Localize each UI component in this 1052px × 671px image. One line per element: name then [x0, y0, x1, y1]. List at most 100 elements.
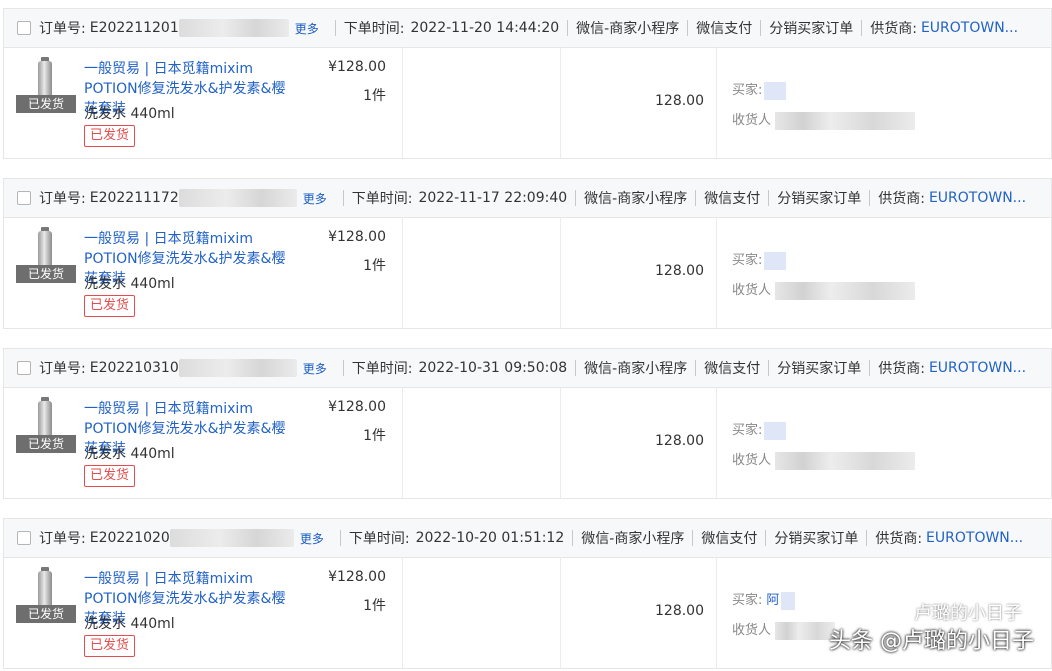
supplier-link[interactable]: EUROTOWN...	[929, 190, 1026, 206]
order-body: 已发货 一般贸易 | 日本觅籍mixim POTION修复洗发水&护发素&樱花套…	[4, 387, 1051, 498]
order-header: 订单号: E20221020 更多 下单时间: 2022-10-20 01:51…	[4, 519, 1051, 558]
quantity: 1件	[363, 258, 386, 274]
order-card: 订单号: E202211201 更多 下单时间: 2022-11-20 14:4…	[3, 8, 1052, 159]
divider	[869, 360, 871, 376]
product-spec: 洗发水 440ml	[84, 446, 175, 462]
unit-price: ¥128.00	[328, 59, 386, 75]
product-spec: 洗发水 440ml	[84, 106, 175, 122]
order-time-label: 下单时间:	[351, 361, 413, 377]
payment-method: 微信支付	[704, 191, 761, 207]
buyer-label: 买家:	[732, 83, 763, 98]
channel: 微信-商家小程序	[584, 361, 688, 377]
order-total: 128.00	[655, 93, 704, 109]
order-header: 订单号: E202210310 更多 下单时间: 2022-10-31 09:5…	[4, 349, 1051, 388]
channel: 微信-商家小程序	[576, 21, 680, 37]
buyer-cell: 买家: 收货人	[716, 217, 1051, 328]
divider	[866, 530, 868, 546]
order-time: 2022-11-20 14:44:20	[410, 20, 560, 36]
order-body: 已发货 一般贸易 | 日本觅籍mixim POTION修复洗发水&护发素&樱花套…	[4, 47, 1051, 158]
order-time: 2022-10-31 09:50:08	[418, 360, 568, 376]
quantity: 1件	[363, 428, 386, 444]
buyer-name-redacted	[764, 421, 787, 440]
divider	[334, 20, 336, 36]
divider	[768, 360, 770, 376]
status-badge: 已发货	[84, 465, 136, 487]
order-type: 分销买家订单	[769, 21, 854, 37]
empty-cell	[402, 47, 561, 158]
divider	[687, 20, 689, 36]
supplier-link[interactable]: EUROTOWN...	[921, 20, 1018, 36]
buyer-row: 买家:	[732, 249, 787, 270]
divider	[695, 190, 697, 206]
unit-price: ¥128.00	[328, 569, 386, 585]
watermark-text: 头条 @卢璐的小日子	[829, 629, 1034, 654]
order-header: 订单号: E202211201 更多 下单时间: 2022-11-20 14:4…	[4, 9, 1051, 48]
order-checkbox[interactable]	[17, 21, 31, 35]
order-total: 128.00	[655, 433, 704, 449]
order-type: 分销买家订单	[774, 531, 859, 547]
divider	[768, 190, 770, 206]
supplier-label: 供货商:	[875, 531, 923, 547]
buyer-row: 买家:	[732, 79, 787, 100]
buyer-label: 买家:	[732, 253, 763, 268]
order-no-label: 订单号:	[39, 21, 86, 37]
order-checkbox[interactable]	[17, 191, 31, 205]
shipped-tag: 已发货	[16, 605, 76, 623]
supplier-label: 供货商:	[878, 361, 925, 377]
payment-method: 微信支付	[701, 531, 758, 547]
receiver-redacted	[775, 111, 916, 130]
divider	[342, 360, 344, 376]
order-no: E202211201	[89, 20, 179, 36]
order-checkbox[interactable]	[17, 531, 31, 545]
product-cell: 已发货 一般贸易 | 日本觅籍mixim POTION修复洗发水&护发素&樱花套…	[4, 557, 403, 668]
more-link[interactable]: 更多	[295, 20, 319, 37]
buyer-label: 买家:	[732, 423, 763, 438]
payment-method: 微信支付	[704, 361, 761, 377]
order-no-redacted	[178, 189, 297, 207]
receiver-row: 收货人	[732, 619, 836, 640]
watermark-logo-text: 卢璐的小日子	[914, 603, 1022, 624]
divider	[760, 20, 762, 36]
buyer-cell: 买家: 收货人	[716, 47, 1051, 158]
divider	[861, 20, 863, 36]
receiver-redacted	[775, 451, 916, 470]
buyer-name-redacted	[764, 81, 787, 100]
order-total: 128.00	[655, 263, 704, 279]
order-time: 2022-11-17 22:09:40	[418, 190, 568, 206]
supplier-link[interactable]: EUROTOWN...	[929, 360, 1026, 376]
status-badge: 已发货	[84, 295, 136, 317]
order-no-redacted	[178, 19, 289, 37]
supplier-label: 供货商:	[878, 191, 925, 207]
order-type: 分销买家订单	[777, 191, 862, 207]
order-checkbox[interactable]	[17, 361, 31, 375]
buyer-row: 买家:	[732, 419, 787, 440]
receiver-row: 收货人	[732, 109, 916, 130]
divider	[339, 530, 341, 546]
divider	[765, 530, 767, 546]
divider	[575, 190, 577, 206]
product-cell: 已发货 一般贸易 | 日本觅籍mixim POTION修复洗发水&护发素&樱花套…	[4, 47, 403, 158]
quantity: 1件	[363, 598, 386, 614]
total-cell: 128.00	[560, 47, 717, 158]
buyer-name[interactable]: 阿	[766, 593, 779, 608]
order-time-label: 下单时间:	[348, 531, 410, 547]
order-time: 2022-10-20 01:51:12	[415, 530, 565, 546]
supplier-link[interactable]: EUROTOWN...	[926, 530, 1023, 546]
divider	[692, 530, 694, 546]
total-cell: 128.00	[560, 387, 717, 498]
receiver-label: 收货人	[732, 113, 772, 128]
total-cell: 128.00	[560, 557, 717, 668]
product-cell: 已发货 一般贸易 | 日本觅籍mixim POTION修复洗发水&护发素&樱花套…	[4, 217, 403, 328]
more-link[interactable]: 更多	[303, 190, 327, 207]
divider	[869, 190, 871, 206]
order-no: E202210310	[89, 360, 179, 376]
receiver-row: 收货人	[732, 449, 916, 470]
status-badge: 已发货	[84, 635, 136, 657]
more-link[interactable]: 更多	[303, 360, 327, 377]
buyer-cell: 买家: 收货人	[716, 387, 1051, 498]
product-spec: 洗发水 440ml	[84, 276, 175, 292]
product-spec: 洗发水 440ml	[84, 616, 175, 632]
buyer-name-redacted	[781, 591, 796, 610]
more-link[interactable]: 更多	[300, 530, 324, 547]
receiver-row: 收货人	[732, 279, 916, 300]
